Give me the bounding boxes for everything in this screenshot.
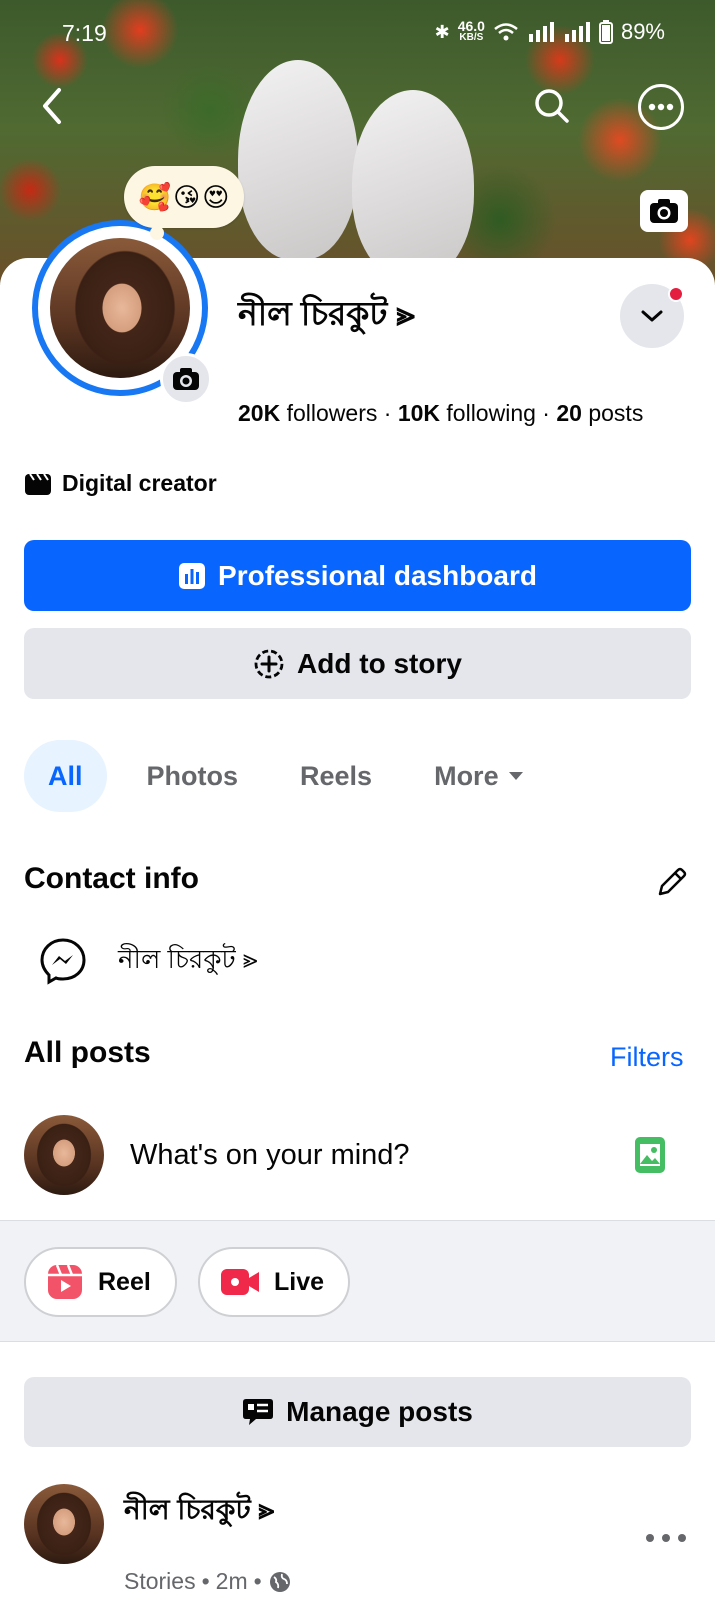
edit-cover-button[interactable] xyxy=(640,190,688,232)
all-posts-title: All posts xyxy=(24,1036,151,1069)
reel-label: Reel xyxy=(98,1267,151,1296)
reaction-emoji-2: 😘 xyxy=(173,181,201,212)
add-story-icon xyxy=(254,649,284,678)
live-button[interactable]: Live xyxy=(198,1247,351,1317)
composer-placeholder[interactable]: What's on your mind? xyxy=(130,1139,633,1172)
post-options-button[interactable] xyxy=(646,1528,686,1548)
search-button[interactable] xyxy=(530,84,574,128)
reel-button[interactable]: Reel xyxy=(24,1247,177,1317)
status-bar: 7:19 ✱ 46.0 KB/S 89% xyxy=(0,0,715,64)
post-header xyxy=(24,1484,104,1564)
edit-profile-picture-button[interactable] xyxy=(160,353,212,405)
clapperboard-icon xyxy=(25,472,51,495)
manage-posts-label: Manage posts xyxy=(286,1396,473,1427)
professional-dashboard-button[interactable]: Professional dashboard xyxy=(24,540,691,611)
status-time: 7:19 xyxy=(62,20,107,46)
avatar[interactable] xyxy=(24,1115,104,1195)
profile-tabs: All Photos Reels More xyxy=(24,740,549,812)
camera-icon xyxy=(173,368,199,390)
pencil-icon xyxy=(658,867,687,896)
reaction-bubble[interactable]: 🥰 😘 😍 xyxy=(124,166,244,228)
post-meta: Stories • 2m • xyxy=(124,1568,292,1595)
globe-icon xyxy=(269,1571,290,1592)
reaction-bubble-tail xyxy=(150,226,164,240)
manage-posts-button[interactable]: Manage posts xyxy=(24,1377,691,1447)
reaction-emoji-1: 🥰 xyxy=(138,181,172,212)
wifi-icon xyxy=(494,23,518,41)
signal-icon-2 xyxy=(564,22,590,42)
following-count[interactable]: 10K xyxy=(398,400,440,426)
followers-label[interactable]: followers xyxy=(287,400,378,426)
reel-icon xyxy=(48,1264,82,1299)
avatar[interactable] xyxy=(24,1484,104,1564)
post-meta-separator: • xyxy=(253,1568,262,1594)
status-icons: ✱ 46.0 KB/S 89% xyxy=(435,19,665,45)
post-author[interactable]: নীল চিরকুট ⪢ xyxy=(124,1488,274,1535)
dashboard-chart-icon xyxy=(179,562,206,589)
manage-posts-icon xyxy=(243,1399,274,1425)
tab-photos[interactable]: Photos xyxy=(123,740,263,812)
more-dot xyxy=(646,1534,654,1542)
category-label: Digital creator xyxy=(62,470,217,496)
add-to-story-label: Add to story xyxy=(297,647,462,679)
more-options-button[interactable] xyxy=(638,84,684,130)
live-label: Live xyxy=(274,1267,325,1296)
bluetooth-icon: ✱ xyxy=(434,21,450,42)
search-icon xyxy=(535,89,569,123)
battery-icon xyxy=(598,20,613,44)
stats-separator: · xyxy=(383,400,392,426)
caret-down-icon xyxy=(508,772,523,780)
dove-right xyxy=(352,90,474,280)
messenger-name: নীল চিরকুট ⪢ xyxy=(118,944,258,974)
post-time[interactable]: 2m xyxy=(216,1568,248,1595)
tab-all[interactable]: All xyxy=(24,740,107,812)
net-speed: 46.0 KB/S xyxy=(457,18,485,43)
post-composer[interactable]: What's on your mind? xyxy=(24,1114,691,1196)
messenger-icon xyxy=(40,938,86,985)
photo-icon xyxy=(635,1137,665,1173)
live-video-icon xyxy=(221,1269,259,1295)
dove-left xyxy=(238,60,358,260)
camera-icon xyxy=(650,199,678,223)
followers-count[interactable]: 20K xyxy=(238,400,280,426)
posts-label: posts xyxy=(588,400,644,426)
reaction-emoji-3: 😍 xyxy=(202,181,230,212)
signal-icon-1 xyxy=(528,22,554,42)
more-dot xyxy=(678,1534,686,1542)
edit-contact-button[interactable] xyxy=(652,862,692,902)
filters-link[interactable]: Filters xyxy=(610,1042,684,1073)
profile-category: Digital creator xyxy=(24,470,217,497)
battery-level: 89% xyxy=(620,19,665,44)
post-source: Stories xyxy=(124,1568,196,1594)
following-label[interactable]: following xyxy=(446,400,536,426)
add-to-story-button[interactable]: Add to story xyxy=(24,628,691,699)
more-dots-icon xyxy=(648,103,674,111)
notification-dot xyxy=(668,286,684,302)
professional-dashboard-label: Professional dashboard xyxy=(218,559,537,591)
contact-messenger-row[interactable]: নীল চিরকুট ⪢ xyxy=(38,936,258,986)
chevron-left-icon xyxy=(43,88,61,124)
posts-count: 20 xyxy=(556,400,582,426)
contact-info-title: Contact info xyxy=(24,862,199,895)
more-dot xyxy=(662,1534,670,1542)
profile-name: নীল চিরকুট ⪢ xyxy=(238,295,416,332)
avatar xyxy=(50,238,190,378)
tab-more[interactable]: More xyxy=(410,740,549,812)
chevron-down-icon xyxy=(641,310,663,322)
add-photo-button[interactable] xyxy=(633,1135,667,1175)
profile-stats: 20K followers · 10K following · 20 posts xyxy=(238,400,643,427)
tab-reels[interactable]: Reels xyxy=(276,740,396,812)
back-button[interactable] xyxy=(30,84,74,128)
stats-separator: · xyxy=(542,400,550,426)
post-meta-separator: • xyxy=(201,1568,210,1594)
